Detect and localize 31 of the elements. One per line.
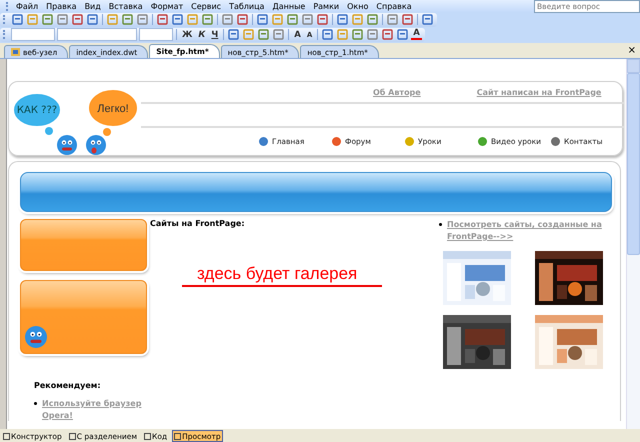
menu-item[interactable]: Сервис: [187, 2, 226, 10]
style-dropdown[interactable]: [11, 28, 55, 41]
close-button[interactable]: ×: [628, 46, 636, 56]
menu-item[interactable]: Правка: [42, 2, 81, 10]
menu-item[interactable]: Файл: [12, 2, 42, 10]
menu-item[interactable]: Рамки: [309, 2, 344, 10]
menu-item[interactable]: Вставка: [104, 2, 147, 10]
gallery-note: здесь будет галерея: [196, 264, 358, 283]
menu-item[interactable]: Данные: [268, 2, 310, 10]
grow-font-button[interactable]: A: [292, 30, 303, 40]
font-dropdown[interactable]: [57, 28, 137, 41]
view-icon: [144, 432, 151, 440]
site-folder-icon: [11, 48, 20, 56]
menu-item[interactable]: Окно: [343, 2, 372, 10]
menu-item[interactable]: Вид: [80, 2, 105, 10]
size-dropdown[interactable]: [139, 28, 173, 41]
format-button[interactable]: Ч: [209, 30, 220, 40]
scrollbar[interactable]: [626, 59, 640, 429]
menu-item[interactable]: Таблица: [225, 2, 268, 10]
format-button[interactable]: Ж: [180, 30, 194, 40]
format-button[interactable]: К: [196, 30, 208, 40]
menu-item[interactable]: Справка: [372, 2, 416, 10]
section-heading: Рекомендуем:: [34, 381, 102, 390]
view-icon: [3, 432, 10, 440]
view-icon: [174, 432, 182, 440]
menu-item[interactable]: Формат: [146, 2, 188, 10]
logo-drawing: КАК ??? Легко!: [9, 82, 141, 155]
view-icon: [68, 432, 76, 440]
section-heading: Сайты на FrontPage:: [150, 219, 246, 228]
smiley-icon: [24, 325, 48, 349]
font-color-button[interactable]: A: [411, 29, 422, 40]
